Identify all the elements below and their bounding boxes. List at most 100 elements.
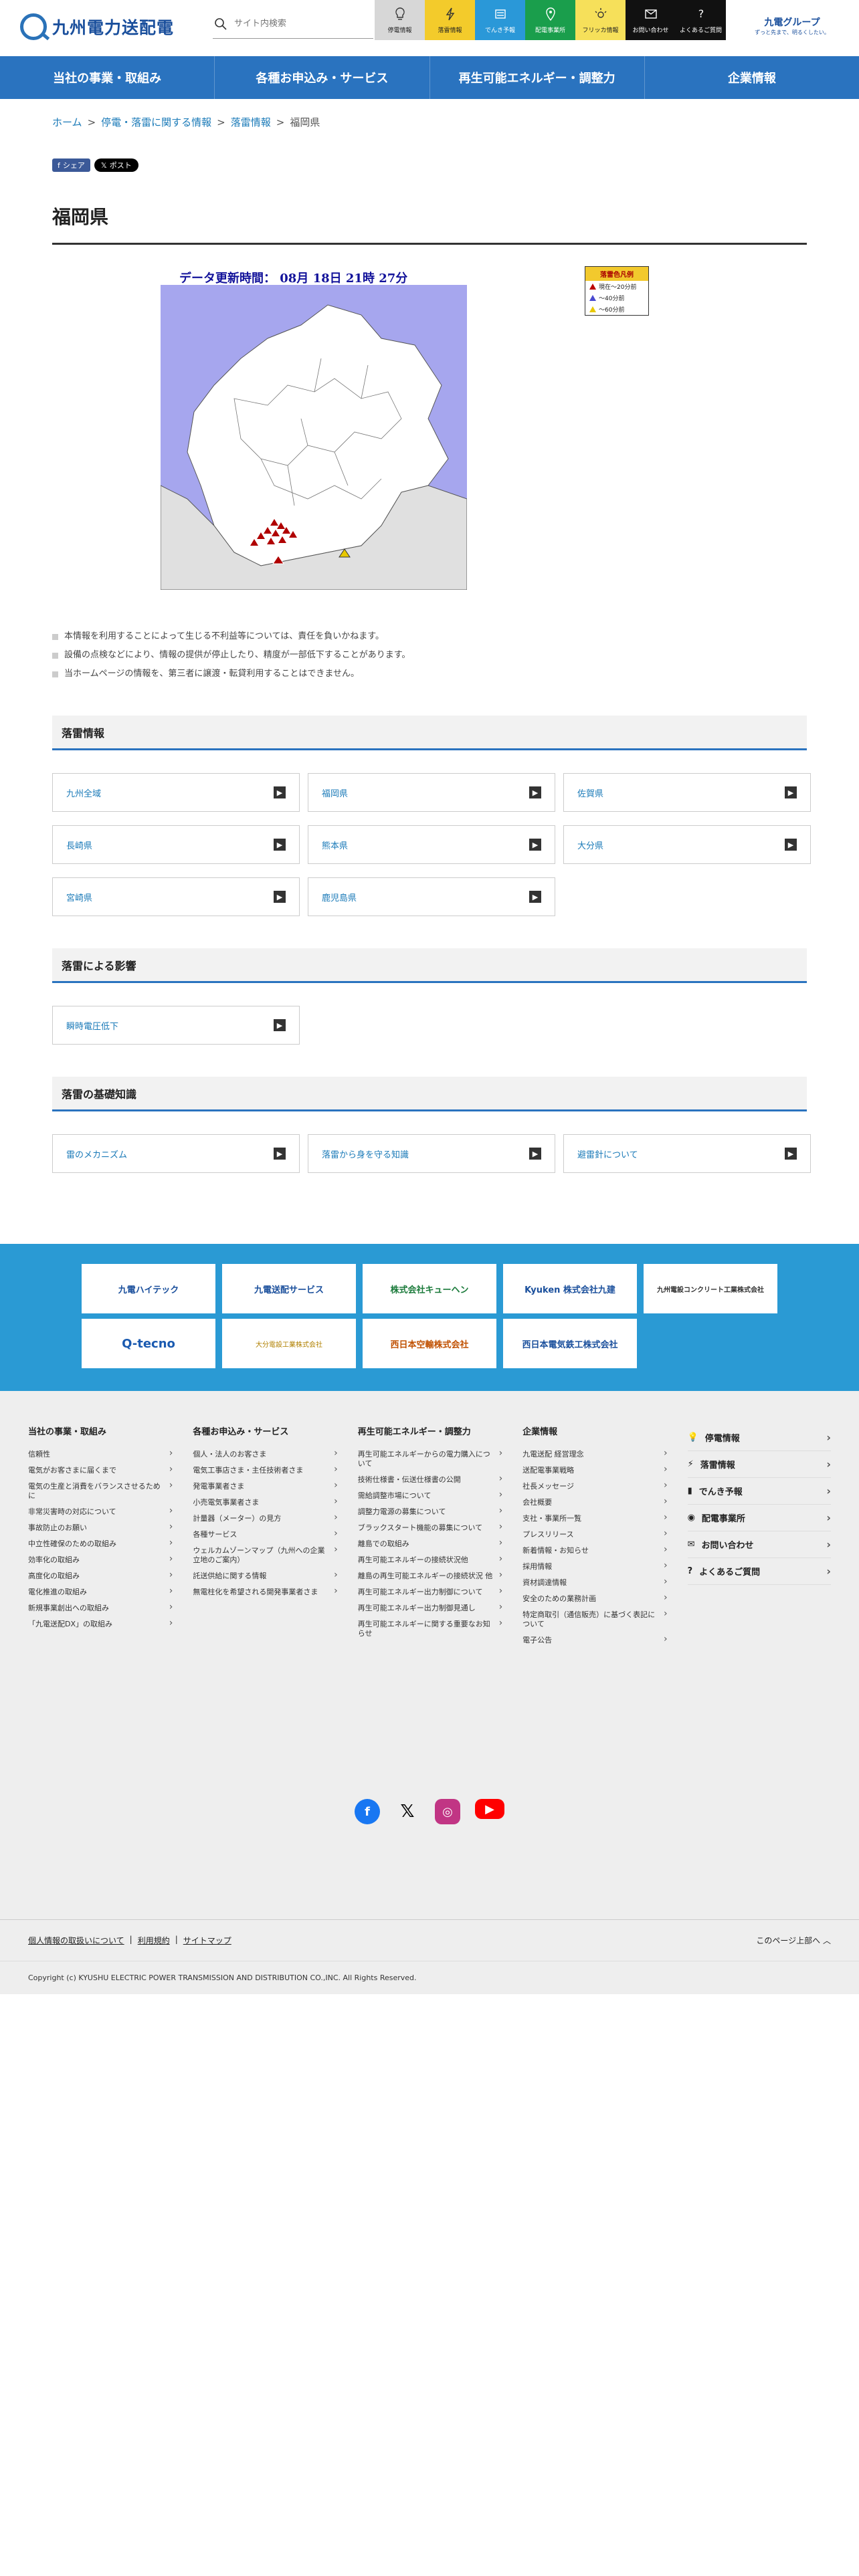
gnav-business[interactable]: 当社の事業・取組み (0, 56, 214, 99)
sitemap-link[interactable]: 高度化の取組み (28, 1568, 173, 1584)
site-logo[interactable]: 九州電力送配電 (20, 13, 174, 40)
instagram-icon[interactable]: ◎ (435, 1799, 460, 1824)
breadcrumb-current: 福岡県 (290, 116, 320, 128)
sitemap-link[interactable]: 個人・法人のお客さま (193, 1446, 338, 1463)
sitemap-link[interactable]: 再生可能エネルギー出力制御について (358, 1584, 503, 1600)
breadcrumb-home[interactable]: ホーム (52, 115, 82, 129)
company-banner[interactable]: Kyuken 株式会社九建 (503, 1264, 637, 1313)
side-link-office[interactable]: ◉ 配電事業所 (687, 1505, 831, 1531)
side-link-forecast[interactable]: ▮ でんき予報 (687, 1478, 831, 1505)
sitemap-link[interactable]: 電気工事店さま・主任技術者さま (193, 1463, 338, 1479)
breadcrumb-lightning-info[interactable]: 落雷情報 (231, 115, 271, 129)
quick-link-flicker[interactable]: フリッカ情報 (575, 0, 626, 40)
card-oita[interactable]: 大分県 ▶ (563, 825, 811, 864)
sitemap-link[interactable]: 新着情報・お知らせ (522, 1543, 668, 1559)
company-banner[interactable]: 西日本空輸株式会社 (363, 1319, 496, 1368)
sitemap-link[interactable]: 無電柱化を希望される開発事業者さま (193, 1584, 338, 1600)
card-miyazaki[interactable]: 宮崎県 ▶ (52, 877, 300, 916)
card-lightning-rod[interactable]: 避雷針について ▶ (563, 1134, 811, 1173)
breadcrumb-separator: > (87, 116, 96, 128)
search-icon[interactable] (214, 17, 227, 31)
sitemap-link[interactable]: 電子公告 (522, 1632, 668, 1648)
sitemap-link[interactable]: ブラックスタート機能の募集について (358, 1520, 503, 1536)
sitemap-link[interactable]: 社長メッセージ (522, 1479, 668, 1495)
sitemap-link[interactable]: 再生可能エネルギーに関する重要なお知らせ (358, 1616, 503, 1642)
breadcrumb-outage-info[interactable]: 停電・落雷に関する情報 (101, 115, 211, 129)
sitemap-link[interactable]: 電気の生産と消費をバランスさせるために (28, 1479, 173, 1504)
card-voltage-dip[interactable]: 瞬時電圧低下 ▶ (52, 1006, 300, 1045)
company-banner[interactable]: 九州電設コンクリート工業株式会社 (644, 1264, 777, 1313)
sitemap-link[interactable]: 託送供給に関する情報 (193, 1568, 338, 1584)
sitemap-link[interactable]: 会社概要 (522, 1495, 668, 1511)
quick-link-outage[interactable]: 停電情報 (375, 0, 425, 40)
sitemap-link[interactable]: 計量器（メーター）の見方 (193, 1511, 338, 1527)
sitemap-link[interactable]: 採用情報 (522, 1559, 668, 1575)
card-kagoshima[interactable]: 鹿児島県 ▶ (308, 877, 555, 916)
sitemap-link[interactable]: 調整力電源の募集について (358, 1504, 503, 1520)
company-banner[interactable]: Q-tecno (82, 1319, 215, 1368)
card-kyushu-all[interactable]: 九州全域 ▶ (52, 773, 300, 812)
sitemap-link[interactable]: ウェルカムゾーンマップ（九州への企業立地のご案内） (193, 1543, 338, 1568)
sitemap-link[interactable]: 小売電気事業者さま (193, 1495, 338, 1511)
quick-link-forecast[interactable]: でんき予報 (475, 0, 525, 40)
sitemap-link[interactable]: 支社・事業所一覧 (522, 1511, 668, 1527)
sitemap-link[interactable]: プレスリリース (522, 1527, 668, 1543)
side-link-contact[interactable]: ✉ お問い合わせ (687, 1531, 831, 1558)
footer-link-terms[interactable]: 利用規約 (138, 1935, 170, 1946)
company-banner[interactable]: 西日本電気鉄工株式会社 (503, 1319, 637, 1368)
company-banner[interactable]: 九電送配サービス (222, 1264, 356, 1313)
company-banner[interactable]: 大分電設工業株式会社 (222, 1319, 356, 1368)
card-fukuoka[interactable]: 福岡県 ▶ (308, 773, 555, 812)
sitemap-link[interactable]: 再生可能エネルギー出力制御見通し (358, 1600, 503, 1616)
sitemap-link[interactable]: 再生可能エネルギーからの電力購入について (358, 1446, 503, 1472)
sitemap-link[interactable]: 技術仕様書・伝送仕様書の公開 (358, 1472, 503, 1488)
sitemap-link[interactable]: 効率化の取組み (28, 1552, 173, 1568)
sitemap-link[interactable]: 九電送配 経営理念 (522, 1446, 668, 1463)
facebook-icon[interactable]: f (355, 1799, 380, 1824)
sitemap-link[interactable]: 送配電事業戦略 (522, 1463, 668, 1479)
sitemap-link[interactable]: 発電事業者さま (193, 1479, 338, 1495)
sitemap-link[interactable]: 信頼性 (28, 1446, 173, 1463)
card-safety[interactable]: 落雷から身を守る知識 ▶ (308, 1134, 555, 1173)
x-icon[interactable]: 𝕏 (395, 1799, 420, 1824)
quick-link-lightning[interactable]: 落雷情報 (425, 0, 475, 40)
sitemap-link[interactable]: 新規事業創出への取組み (28, 1600, 173, 1616)
sitemap-link[interactable]: 資材調達情報 (522, 1575, 668, 1591)
sitemap-link[interactable]: 離島の再生可能エネルギーの接続状況 他 (358, 1568, 503, 1584)
gnav-services[interactable]: 各種お申込み・サービス (214, 56, 429, 99)
side-link-lightning[interactable]: ⚡ 落雷情報 (687, 1451, 831, 1478)
quick-link-faq[interactable]: ? よくあるご質問 (676, 0, 726, 40)
quick-link-contact[interactable]: お問い合わせ (626, 0, 676, 40)
card-nagasaki[interactable]: 長崎県 ▶ (52, 825, 300, 864)
facebook-share-button[interactable]: f シェア (52, 158, 90, 172)
group-logo[interactable]: 九電グループ ずっと先まで、明るくしたい。 (745, 9, 839, 41)
sitemap-link[interactable]: 電気がお客さまに届くまで (28, 1463, 173, 1479)
quick-link-office[interactable]: 配電事業所 (525, 0, 575, 40)
page-top-link[interactable]: このページ上部へ ︿ (756, 1935, 831, 1946)
side-link-faq[interactable]: ? よくあるご質問 (687, 1558, 831, 1585)
x-post-button[interactable]: 𝕏 ポスト (94, 158, 138, 172)
sitemap-link[interactable]: 離島での取組み (358, 1536, 503, 1552)
sitemap-link[interactable]: 各種サービス (193, 1527, 338, 1543)
sitemap-link[interactable]: 電化推進の取組み (28, 1584, 173, 1600)
card-saga[interactable]: 佐賀県 ▶ (563, 773, 811, 812)
sitemap-link[interactable]: 安全のための業務計画 (522, 1591, 668, 1607)
company-banner[interactable]: 九電ハイテック (82, 1264, 215, 1313)
search-input[interactable] (234, 19, 368, 29)
sitemap-link[interactable]: 再生可能エネルギーの接続状況他 (358, 1552, 503, 1568)
sitemap-link[interactable]: 特定商取引（通信販売）に基づく表記について (522, 1607, 668, 1632)
footer-link-privacy[interactable]: 個人情報の取扱いについて (28, 1935, 124, 1946)
sitemap-link[interactable]: 需給調整市場について (358, 1488, 503, 1504)
sitemap-link[interactable]: 中立性確保のための取組み (28, 1536, 173, 1552)
sitemap-link[interactable]: 非常災害時の対応について (28, 1504, 173, 1520)
company-banner[interactable]: 株式会社キューヘン (363, 1264, 496, 1313)
youtube-icon[interactable]: ▶ (475, 1799, 504, 1819)
card-kumamoto[interactable]: 熊本県 ▶ (308, 825, 555, 864)
card-mechanism[interactable]: 雷のメカニズム ▶ (52, 1134, 300, 1173)
sitemap-link[interactable]: 事故防止のお願い (28, 1520, 173, 1536)
gnav-renewable[interactable]: 再生可能エネルギー・調整力 (429, 56, 644, 99)
gnav-corporate[interactable]: 企業情報 (644, 56, 859, 99)
footer-link-sitemap[interactable]: サイトマップ (183, 1935, 231, 1946)
side-link-outage[interactable]: 💡 停電情報 (687, 1424, 831, 1451)
sitemap-link[interactable]: 「九電送配DX」の取組み (28, 1616, 173, 1632)
